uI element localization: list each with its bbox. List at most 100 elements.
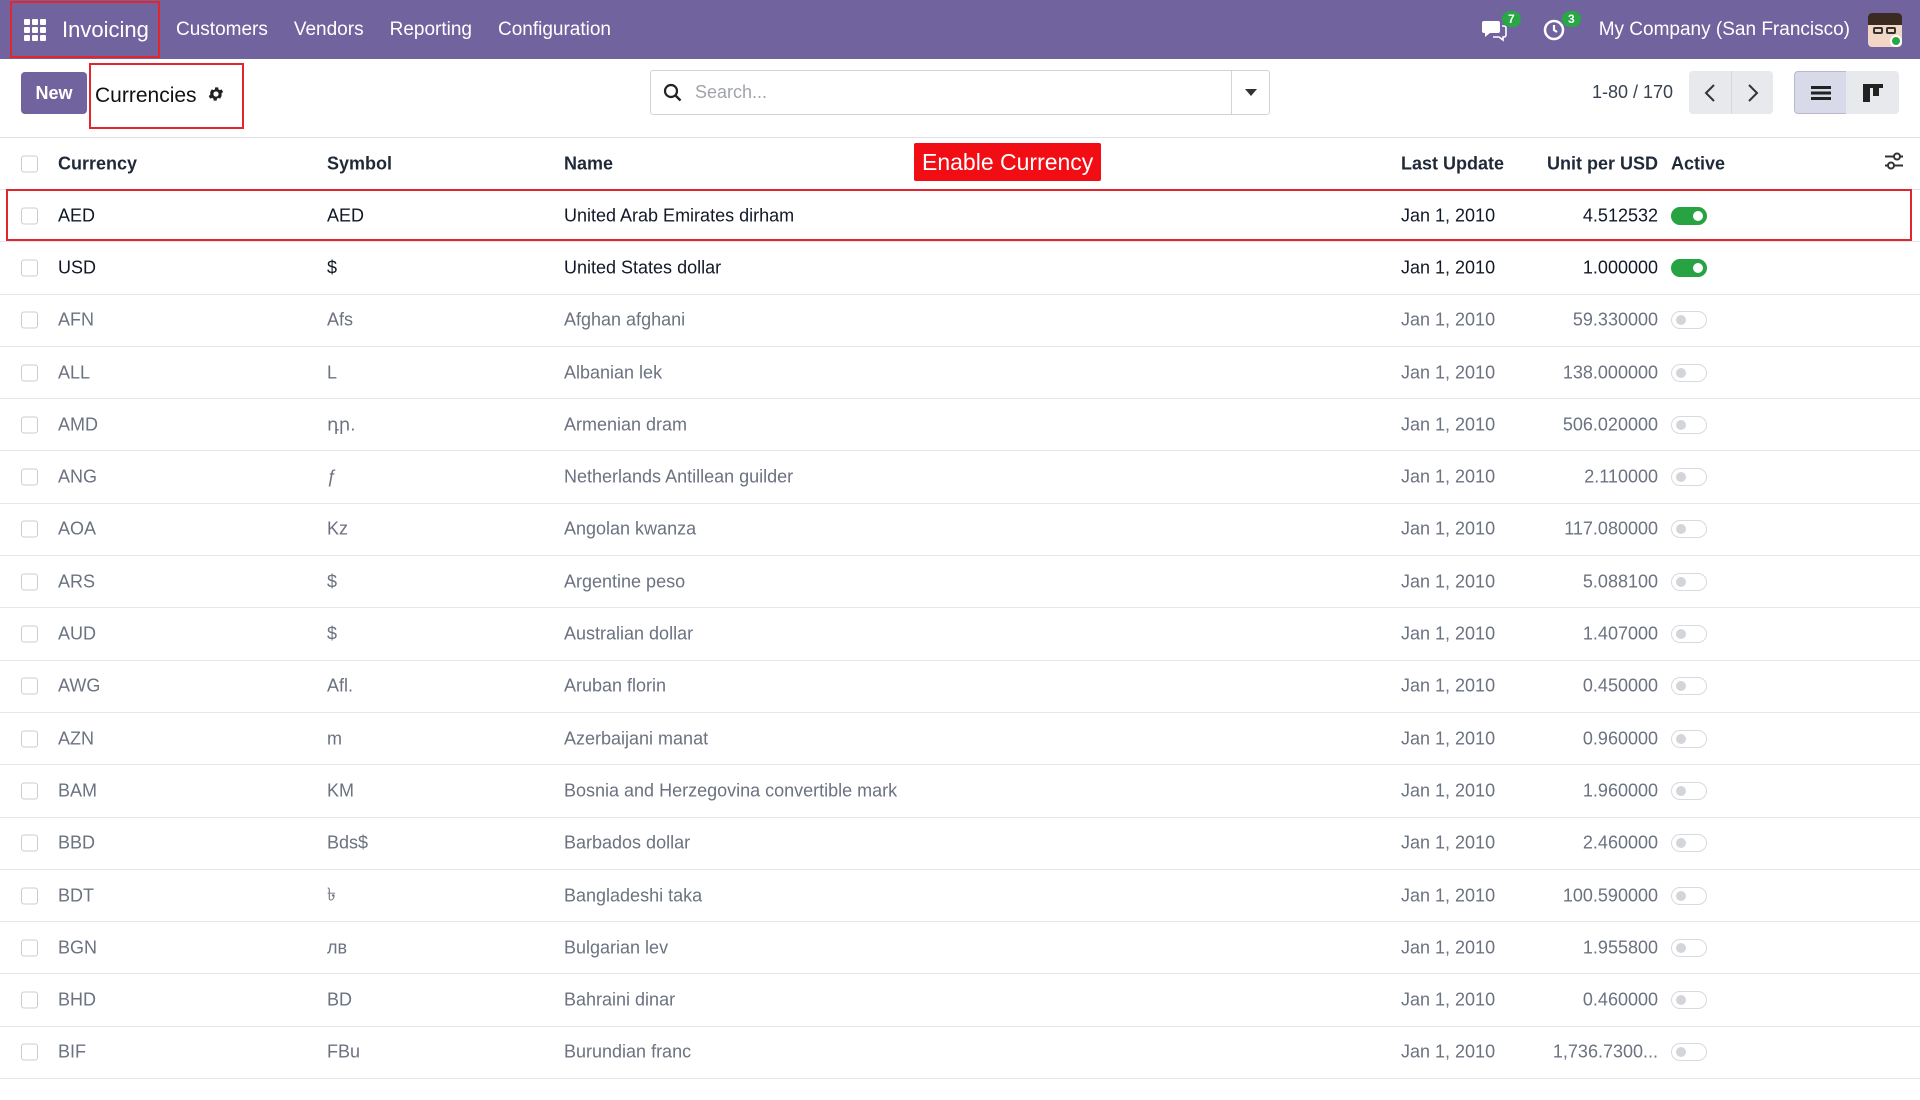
row-checkbox[interactable] [21,364,38,382]
cell-rate: 0.960000 [1582,728,1658,749]
cell-last-update: Jan 1, 2010 [1401,414,1496,435]
active-toggle[interactable] [1671,781,1707,800]
table-row[interactable]: BIF FBu Burundian franc Jan 1, 2010 1,736.73… [0,1027,1920,1080]
column-header-rate[interactable]: Unit per USD [1547,153,1658,174]
active-toggle[interactable] [1671,677,1707,696]
user-avatar[interactable] [1868,12,1902,47]
optional-columns-icon[interactable] [1884,152,1904,175]
menu-reporting[interactable]: Reporting [390,19,472,41]
list-view-button[interactable] [1794,71,1847,114]
row-checkbox[interactable] [21,782,38,800]
active-toggle[interactable] [1671,886,1707,905]
cell-rate: 1.407000 [1582,623,1658,644]
cell-currency: AWG [58,675,101,696]
cell-currency: AOA [58,518,97,539]
table-row[interactable]: AUD $ Australian dollar Jan 1, 2010 1.407000 [0,608,1920,661]
column-header-last-update[interactable]: Last Update [1401,153,1504,174]
menu-configuration[interactable]: Configuration [498,19,611,41]
select-all-checkbox[interactable] [21,155,38,172]
table-row[interactable]: AED AED United Arab Emirates dirham Jan 1, … [0,190,1920,243]
menu-customers[interactable]: Customers [176,19,268,41]
menu-vendors[interactable]: Vendors [294,19,364,41]
table-row[interactable]: BGN лв Bulgarian lev Jan 1, 2010 1.955800 [0,922,1920,975]
row-checkbox[interactable] [21,991,38,1009]
cell-currency: BDT [58,885,94,905]
active-toggle[interactable] [1671,258,1707,277]
cell-name: Bosnia and Herzegovina convertible mark [564,780,898,801]
active-toggle[interactable] [1671,572,1707,591]
cell-name: Australian dollar [564,623,694,644]
column-header-currency[interactable]: Currency [58,153,137,174]
active-toggle[interactable] [1671,520,1707,539]
table-row[interactable]: BBD Bds$ Barbados dollar Jan 1, 2010 2.46000… [0,818,1920,870]
cell-rate: 2.110000 [1584,466,1658,487]
cell-last-update: Jan 1, 2010 [1401,309,1496,330]
row-checkbox[interactable] [21,939,38,957]
company-switcher[interactable]: My Company (San Francisco) [1599,19,1850,41]
active-toggle[interactable] [1671,991,1707,1010]
active-toggle[interactable] [1671,415,1707,434]
active-toggle[interactable] [1671,1043,1707,1062]
app-name[interactable]: Invoicing [62,17,149,43]
active-toggle[interactable] [1671,468,1707,487]
cell-rate: 100.590000 [1562,885,1658,905]
cell-name: Argentine peso [564,571,686,592]
active-toggle[interactable] [1671,834,1707,853]
table-row[interactable]: ANG ƒ Netherlands Antillean guilder Jan 1, … [0,451,1920,504]
cell-symbol: $ [327,257,338,278]
row-checkbox[interactable] [21,468,38,486]
column-header-active[interactable]: Active [1671,153,1725,174]
row-checkbox[interactable] [21,625,38,643]
active-toggle[interactable] [1671,311,1707,330]
search-input[interactable] [695,72,1231,113]
row-checkbox[interactable] [21,573,38,591]
cell-currency: ANG [58,466,98,487]
pager-previous-button[interactable] [1689,71,1731,114]
activities-button[interactable]: 3 [1539,10,1581,45]
table-row[interactable]: AMD դր. Armenian dram Jan 1, 2010 506.020000 [0,399,1920,452]
row-checkbox[interactable] [21,311,38,329]
row-checkbox[interactable] [21,730,38,748]
table-row[interactable]: USD $ United States dollar Jan 1, 2010 1.000… [0,242,1920,295]
row-checkbox[interactable] [21,520,38,538]
messages-button[interactable]: 7 [1479,10,1521,45]
table-row[interactable]: AFN Afs Afghan afghani Jan 1, 2010 59.330000 [0,295,1920,347]
new-button[interactable]: New [21,72,87,114]
table-row[interactable]: BDT ৳ Bangladeshi taka Jan 1, 2010 100.59000… [0,870,1920,923]
column-header-symbol[interactable]: Symbol [327,153,392,174]
gear-icon[interactable] [207,85,225,108]
active-toggle[interactable] [1671,363,1707,382]
table-row[interactable]: AZN m Azerbaijani manat Jan 1, 2010 0.960000 [0,713,1920,766]
app-switcher[interactable]: Invoicing [10,1,160,58]
row-checkbox[interactable] [21,259,38,277]
table-row[interactable]: AWG Afl. Aruban florin Jan 1, 2010 0.450000 [0,661,1920,713]
table-row[interactable]: AOA Kz Angolan kwanza Jan 1, 2010 117.080000 [0,504,1920,557]
apps-grid-icon[interactable] [24,18,46,41]
search-icon [651,71,695,114]
row-checkbox[interactable] [21,416,38,434]
search-options-toggle[interactable] [1231,71,1269,114]
breadcrumb: Currencies [89,63,244,129]
annotation-label: Enable Currency [914,143,1102,181]
cell-symbol: ৳ [327,884,336,904]
cell-rate: 1.955800 [1582,937,1658,958]
pager-value[interactable]: 1-80 / 170 [1592,82,1673,103]
active-toggle[interactable] [1671,625,1707,644]
row-checkbox[interactable] [21,1043,38,1061]
cell-last-update: Jan 1, 2010 [1401,780,1496,801]
active-toggle[interactable] [1671,206,1707,225]
active-toggle[interactable] [1671,729,1707,748]
table-row[interactable]: ARS $ Argentine peso Jan 1, 2010 5.088100 [0,556,1920,609]
row-checkbox[interactable] [21,207,38,225]
table-row[interactable]: BAM KM Bosnia and Herzegovina convertible … [0,765,1920,818]
row-checkbox[interactable] [21,677,38,695]
row-checkbox[interactable] [21,834,38,852]
active-toggle[interactable] [1671,938,1707,957]
pager-next-button[interactable] [1731,71,1773,114]
row-checkbox[interactable] [21,887,38,904]
messages-count-badge: 7 [1502,10,1521,27]
column-header-name[interactable]: Name [564,153,613,174]
kanban-view-button[interactable] [1846,71,1899,114]
table-row[interactable]: BHD BD Bahraini dinar Jan 1, 2010 0.460000 [0,974,1920,1027]
table-row[interactable]: ALL L Albanian lek Jan 1, 2010 138.000000 [0,347,1920,400]
